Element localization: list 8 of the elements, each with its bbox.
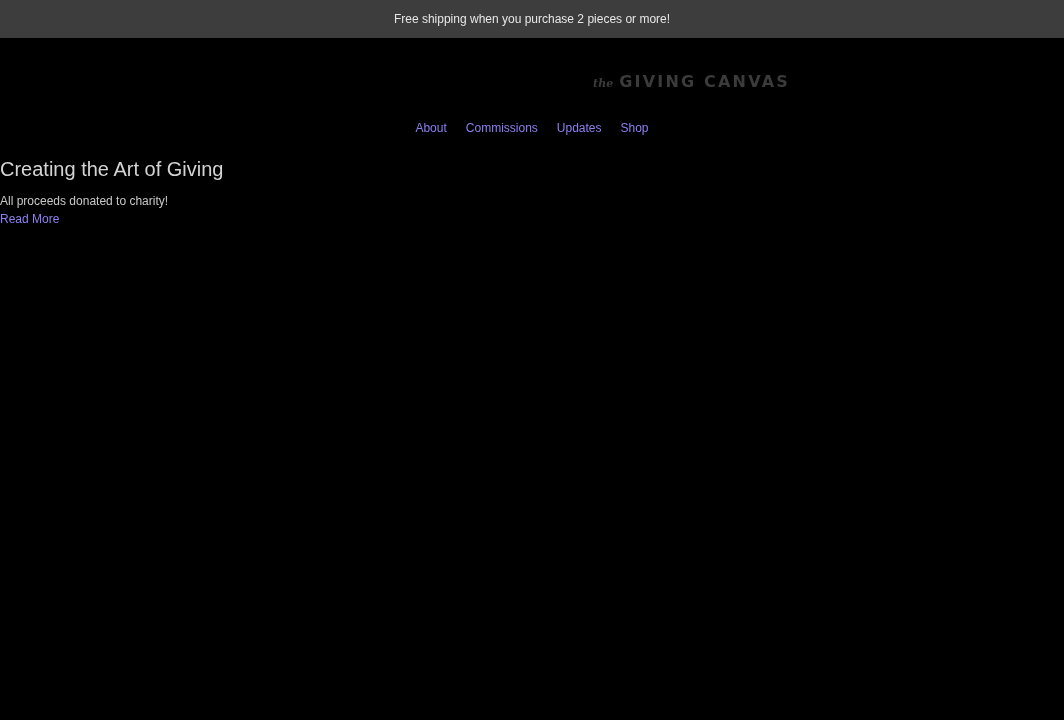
read-more-link[interactable]: Read More — [0, 210, 60, 228]
nav-link[interactable]: About — [415, 121, 447, 135]
hero-subtitle: All proceeds donated to charity! — [0, 193, 169, 210]
nav-link[interactable]: Shop — [620, 121, 649, 135]
hero-title: Creating the Art of Giving — [0, 157, 224, 182]
announcement-text: Free shipping when you purchase 2 pieces or more! — [393, 12, 671, 26]
nav-link[interactable]: Updates — [556, 121, 602, 135]
nav-link[interactable]: Commissions — [465, 121, 538, 135]
